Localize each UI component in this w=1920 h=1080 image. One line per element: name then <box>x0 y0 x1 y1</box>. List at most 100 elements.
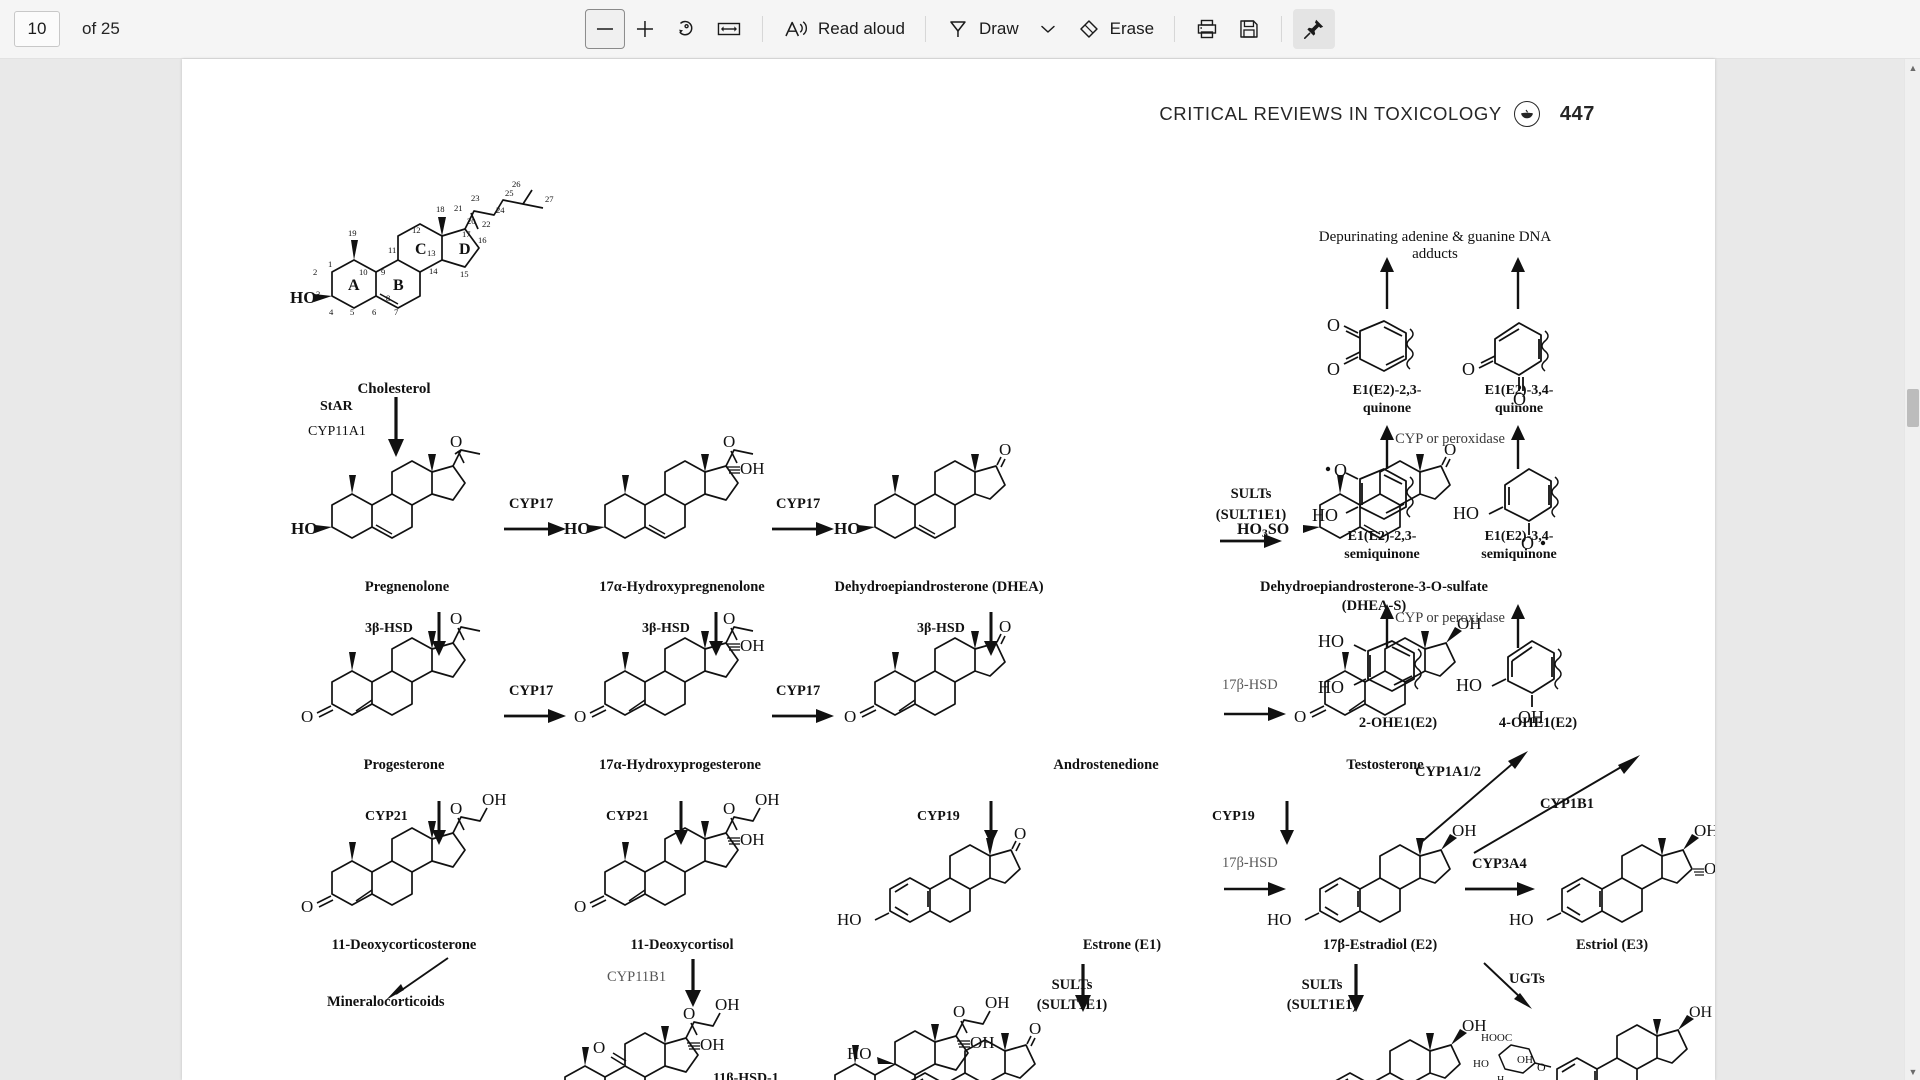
erase-button[interactable]: Erase <box>1068 9 1163 49</box>
floppy-save-icon <box>1237 17 1261 41</box>
arrow-to-adducts-34 <box>1509 257 1529 309</box>
vertical-scrollbar[interactable]: ▲ ▼ <box>1904 59 1920 1080</box>
compound-label-e1e2-23-semiquinone-line1: E1(E2)-2,3- <box>1347 529 1417 544</box>
enzyme-label-sults-e2-line1: SULTs <box>1301 977 1343 993</box>
rotate-button[interactable] <box>665 9 707 49</box>
molecule-11-deoxycorticosterone: O O OH <box>301 790 507 919</box>
pin-toolbar-button[interactable] <box>1293 9 1336 49</box>
compound-label-androstenedione: Androstenedione <box>1053 757 1159 773</box>
svg-text:13: 13 <box>427 248 436 258</box>
svg-text:9: 9 <box>381 267 385 277</box>
fit-width-icon <box>716 19 742 39</box>
enzyme-label-star: StAR <box>320 399 353 414</box>
svg-text:18: 18 <box>436 204 445 214</box>
molecule-androstenedione: O O <box>844 617 1027 729</box>
zoom-in-button[interactable] <box>625 9 665 49</box>
molecule-estrone: HO O <box>837 824 1042 937</box>
scrollbar-thumb[interactable] <box>1907 389 1919 427</box>
draw-options-button[interactable] <box>1028 9 1068 49</box>
rotate-icon <box>674 17 698 41</box>
molecule-2-ohe1e2: HO HO <box>1318 629 1460 709</box>
toolbar-divider-2 <box>924 16 926 42</box>
svg-text:OH: OH <box>740 459 765 478</box>
svg-text:B: B <box>393 277 404 294</box>
svg-text:O: O <box>450 609 462 628</box>
molecule-progesterone: O O <box>301 609 494 729</box>
page-folio: 447 <box>1559 102 1595 125</box>
read-aloud-button[interactable]: Read aloud <box>774 9 914 49</box>
compound-label-17a-hydroxypregnenolone: 17α-Hydroxypregnenolone <box>599 579 765 595</box>
svg-text:OH: OH <box>1517 1054 1533 1066</box>
zoom-out-button[interactable] <box>584 9 625 49</box>
svg-text:HO: HO <box>1473 1058 1489 1070</box>
svg-text:O: O <box>723 432 735 451</box>
compound-label-dhea-s-line1: Dehydroepiandrosterone-3-O-sulfate <box>1260 579 1488 595</box>
svg-text:C: C <box>415 241 427 258</box>
fit-to-width-button[interactable] <box>707 9 751 49</box>
svg-text:HO: HO <box>1318 677 1344 697</box>
svg-text:OH: OH <box>700 1035 725 1054</box>
pdf-page: CRITICAL REVIEWS IN TOXICOLOGY 447 HO A … <box>182 59 1715 1080</box>
running-head: CRITICAL REVIEWS IN TOXICOLOGY 447 <box>1159 101 1595 127</box>
scroll-up-arrow-icon[interactable]: ▲ <box>1905 59 1920 76</box>
svg-text:HO: HO <box>564 519 590 538</box>
enzyme-label-17bhsd-b: 17β-HSD <box>1222 855 1278 871</box>
toolbar-divider-3 <box>1174 16 1176 42</box>
svg-text:26: 26 <box>512 179 521 189</box>
svg-text:2: 2 <box>313 267 317 277</box>
svg-text:11: 11 <box>388 245 396 255</box>
compound-label-2-ohe1e2: 2-OHE1(E2) <box>1358 715 1438 731</box>
arrow-to-adducts-23 <box>1378 257 1398 309</box>
svg-text:O: O <box>1462 359 1475 379</box>
enzyme-label-cyp17-b: CYP17 <box>776 496 821 512</box>
svg-text:O: O <box>301 897 313 916</box>
svg-text:5: 5 <box>350 307 354 317</box>
page-number-input[interactable]: 10 <box>14 11 60 47</box>
draw-button[interactable]: Draw <box>937 9 1028 49</box>
enzyme-label-cyp19-b: CYP19 <box>1212 809 1255 824</box>
arrow-cyp3a4 <box>1465 879 1535 899</box>
svg-text:OH: OH <box>740 830 765 849</box>
arrow-17bhsd-b <box>1224 879 1286 899</box>
compound-label-estriol: Estriol (E3) <box>1575 937 1649 953</box>
compound-label-e1e2-23-semiquinone-line2: semiquinone <box>1344 547 1420 562</box>
compound-label-11-deoxycortisol: 11-Deoxycortisol <box>630 937 734 953</box>
enzyme-label-cyp11a1: CYP11A1 <box>308 424 366 439</box>
toolbar-divider-1 <box>761 16 763 42</box>
svg-text:O: O <box>1294 707 1306 726</box>
arrow-sults-e2 <box>1347 964 1369 1012</box>
save-button[interactable] <box>1228 9 1270 49</box>
molecule-estrone-3-o-sulfate: HO3SO O <box>877 1019 1057 1080</box>
compound-label-11-deoxycorticosterone: 11-Deoxycorticosterone <box>331 937 477 953</box>
scroll-down-arrow-icon[interactable]: ▼ <box>1905 1063 1920 1080</box>
pdf-viewer-area[interactable]: CRITICAL REVIEWS IN TOXICOLOGY 447 HO A … <box>0 59 1920 1080</box>
svg-text:20: 20 <box>467 216 476 226</box>
molecule-dhea: HO O <box>834 440 1027 552</box>
svg-text:OH: OH <box>1689 1004 1713 1021</box>
compound-label-pregnenolone: Pregnenolone <box>364 579 450 595</box>
compound-label-e1e2-34-quinone-line2: quinone <box>1494 401 1544 416</box>
molecule-4-ohe1e2: HO OH <box>1456 627 1600 727</box>
svg-text:HO: HO <box>834 519 860 538</box>
svg-text:O: O <box>1327 315 1340 335</box>
svg-text:15: 15 <box>460 269 469 279</box>
arrow-cyp17-c <box>504 706 566 726</box>
svg-text:HO: HO <box>1453 503 1479 523</box>
compound-label-e1e2-34-semiquinone-line2: semiquinone <box>1481 547 1557 562</box>
enzyme-label-cyp17-d: CYP17 <box>776 683 821 699</box>
molecule-cholesterol: HO A B C D 123 456 789 10 11 12 13 14 15 16 1… <box>290 179 602 344</box>
svg-text:OH: OH <box>985 993 1010 1012</box>
print-button[interactable] <box>1186 9 1228 49</box>
svg-text:O: O <box>1327 359 1340 379</box>
enzyme-label-cyp19-a: CYP19 <box>917 809 960 824</box>
page-number-value: 10 <box>27 19 47 38</box>
compound-label-mineralocorticoids: Mineralocorticoids <box>327 994 445 1010</box>
svg-text:19: 19 <box>348 228 357 238</box>
svg-text:O: O <box>574 707 586 726</box>
svg-text:O: O <box>450 799 462 818</box>
draw-label: Draw <box>978 19 1019 38</box>
svg-text:OH: OH <box>482 790 507 809</box>
read-aloud-icon <box>783 17 809 41</box>
enzyme-label-cyp17-a: CYP17 <box>509 496 554 512</box>
svg-text:D: D <box>459 241 471 258</box>
